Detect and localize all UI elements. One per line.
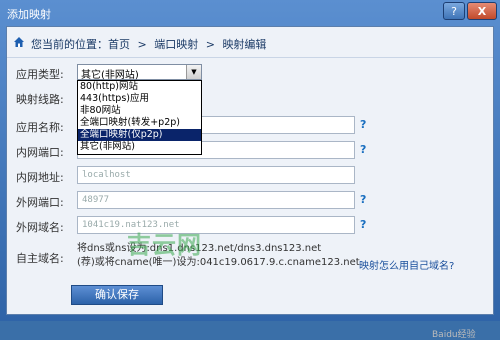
dropdown-option[interactable]: 其它(非网站) bbox=[78, 141, 201, 153]
lan-addr-label: 内网地址: bbox=[16, 171, 64, 184]
dropdown-option[interactable]: 非80网站 bbox=[78, 105, 201, 117]
breadcrumb-home[interactable]: 您当前的位置：首页 bbox=[31, 38, 130, 51]
dialog-window: 添加映射 ? X 您当前的位置：首页 > 端口映射 > 映射编辑 应用类型: 其… bbox=[0, 0, 500, 340]
dropdown-option[interactable]: 80(http)网站 bbox=[78, 81, 201, 93]
dropdown-option-highlighted[interactable]: 全端口映射(仅p2p) bbox=[78, 129, 201, 141]
dropdown-option[interactable]: 443(https)应用 bbox=[78, 93, 201, 105]
app-name-label: 应用名称: bbox=[16, 121, 64, 134]
help-icon[interactable]: ? bbox=[360, 218, 366, 231]
help-icon[interactable]: ? bbox=[360, 118, 366, 131]
baidu-watermark: Baidu经验 bbox=[432, 330, 476, 340]
line-label: 映射线路: bbox=[16, 93, 64, 106]
breadcrumb: 您当前的位置：首页 > 端口映射 > 映射编辑 bbox=[7, 27, 493, 58]
breadcrumb-mapping-edit: 映射编辑 bbox=[222, 38, 267, 51]
cname-instruction: (荐)或将cname(唯一)设为:041c19.0617.9.c.cname12… bbox=[77, 257, 360, 268]
help-button[interactable]: ? bbox=[443, 2, 465, 20]
wan-port-label: 外网端口: bbox=[16, 196, 64, 209]
app-type-dropdown[interactable]: 80(http)网站 443(https)应用 非80网站 全端口映射(转发+p… bbox=[77, 80, 202, 155]
dropdown-option[interactable]: 全端口映射(转发+p2p) bbox=[78, 117, 201, 129]
watermark: 吉云网 bbox=[127, 231, 202, 259]
custom-domain-instructions: 将dns或ns设为:dns1.dns123.net/dns3.dns123.ne… bbox=[77, 242, 360, 270]
lan-port-label: 内网端口: bbox=[16, 146, 64, 159]
wan-domain-input[interactable]: 1041c19.nat123.net bbox=[77, 216, 355, 234]
save-button[interactable]: 确认保存 bbox=[71, 285, 163, 305]
custom-domain-help-link[interactable]: 映射怎么用自己域名? bbox=[359, 257, 454, 272]
title-bar[interactable]: 添加映射 ? X bbox=[0, 0, 500, 24]
custom-domain-label: 自主域名: bbox=[16, 252, 64, 265]
wan-port-input[interactable]: 48977 bbox=[77, 191, 355, 209]
breadcrumb-port-mapping[interactable]: 端口映射 bbox=[154, 38, 198, 51]
home-icon bbox=[14, 37, 24, 47]
lan-addr-input[interactable]: localhost bbox=[77, 166, 355, 184]
close-button[interactable]: X bbox=[467, 2, 497, 20]
help-icon[interactable]: ? bbox=[360, 193, 366, 206]
app-type-select[interactable]: 其它(非网站) ▼ bbox=[77, 64, 202, 81]
wan-domain-label: 外网域名: bbox=[16, 221, 64, 234]
help-icon[interactable]: ? bbox=[360, 143, 366, 156]
dialog-body: 您当前的位置：首页 > 端口映射 > 映射编辑 应用类型: 其它(非网站) ▼ … bbox=[6, 26, 494, 340]
app-type-value: 其它(非网站) bbox=[81, 70, 139, 81]
app-type-label: 应用类型: bbox=[16, 68, 64, 81]
window-title: 添加映射 bbox=[7, 8, 51, 21]
breadcrumb-separator: > bbox=[205, 38, 215, 51]
chevron-down-icon[interactable]: ▼ bbox=[186, 65, 201, 79]
dns-instruction: 将dns或ns设为:dns1.dns123.net/dns3.dns123.ne… bbox=[77, 243, 322, 254]
breadcrumb-separator: > bbox=[137, 38, 147, 51]
